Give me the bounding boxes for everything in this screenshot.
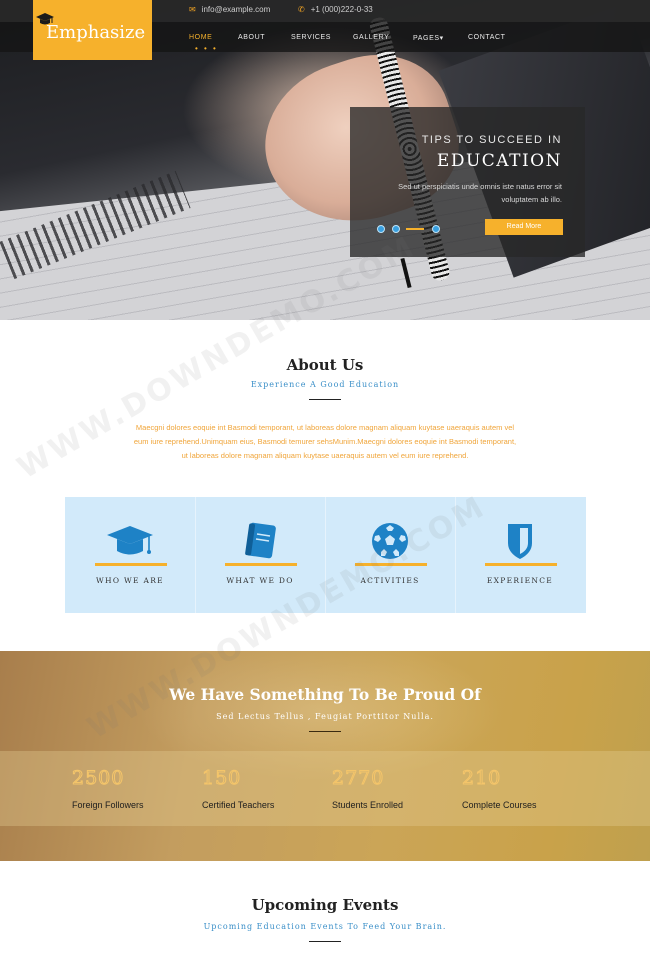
logo-text: Emphasize [46, 22, 146, 43]
nav-active-indicator: • • • [195, 44, 218, 53]
nav-services[interactable]: SERVICES [291, 34, 331, 41]
stat-label-courses: Complete Courses [462, 800, 537, 810]
feature-what-we-do[interactable]: WHAT WE DO [195, 497, 326, 613]
stat-label-teachers: Certified Teachers [202, 800, 275, 810]
book-icon [245, 522, 276, 559]
feature-label: EXPERIENCE [486, 576, 554, 585]
nav-gallery[interactable]: GALLERY [353, 34, 389, 41]
about-subtitle: Experience A Good Education [250, 380, 400, 389]
feature-underline [355, 563, 427, 566]
feature-who-we-are[interactable]: WHO WE ARE [65, 497, 196, 613]
contact-phone-text: +1 (000)222-0-33 [310, 5, 373, 14]
stat-value-students: 2770 [331, 767, 385, 790]
read-more-button[interactable]: Read More [485, 219, 563, 235]
events-title-divider [309, 941, 341, 942]
soccer-ball-icon [372, 523, 408, 559]
achievements-section [0, 651, 650, 861]
stat-value-courses: 210 [461, 767, 502, 790]
stat-label-followers: Foreign Followers [72, 800, 144, 810]
stat-value-followers: 2500 [71, 767, 125, 790]
contact-email-text: info@example.com [201, 5, 271, 14]
contact-phone[interactable]: ✆ +1 (000)222-0-33 [298, 5, 373, 14]
slide-dot-1[interactable] [377, 225, 385, 233]
slide-pagination [377, 225, 447, 233]
slide-title: EDUCATION [436, 151, 562, 171]
graduation-cap-icon [107, 526, 153, 555]
stat-value-teachers: 150 [201, 767, 242, 790]
events-title: Upcoming Events [251, 896, 399, 914]
feature-underline [95, 563, 167, 566]
feature-activities[interactable]: ACTIVITIES [325, 497, 456, 613]
feature-underline [225, 563, 297, 566]
contact-email[interactable]: ✉ info@example.com [189, 5, 270, 14]
feature-label: WHAT WE DO [226, 576, 294, 585]
slide-dot-3[interactable] [432, 225, 440, 233]
about-title: About Us [286, 356, 364, 374]
slide-caption-box: TIPS TO SUCCEED IN EDUCATION Sed ut pers… [350, 107, 585, 257]
nav-contact[interactable]: CONTACT [468, 34, 506, 41]
nav-pages[interactable]: PAGES▾ [413, 34, 444, 42]
achievements-subtitle: Sed Lectus Tellus , Feugiat Porttitor Nu… [216, 712, 434, 721]
chevron-down-icon: ▾ [439, 35, 444, 42]
slide-text: Sed ut perspiciatis unde omnis iste natu… [398, 182, 562, 204]
feature-boxes: WHO WE ARE WHAT WE DO ACTIVITIES EXPERIE… [65, 497, 586, 613]
slide-kicker: TIPS TO SUCCEED IN [421, 134, 562, 146]
feature-underline [485, 563, 557, 566]
phone-icon: ✆ [298, 5, 305, 14]
about-title-divider [309, 399, 341, 400]
events-subtitle: Upcoming Education Events To Feed Your B… [203, 922, 447, 931]
nav-pages-label: PAGES [413, 35, 440, 42]
about-body-text: Maecgni dolores eoquie int Basmodi tempo… [133, 423, 517, 460]
site-logo[interactable]: Emphasize [33, 0, 152, 60]
envelope-icon: ✉ [189, 5, 196, 14]
achievements-title-divider [309, 731, 341, 732]
achievements-title: We Have Something To Be Proud Of [169, 685, 481, 704]
shield-icon [508, 524, 532, 559]
feature-label: WHO WE ARE [96, 576, 164, 585]
feature-experience[interactable]: EXPERIENCE [455, 497, 585, 613]
stat-label-students: Students Enrolled [332, 800, 404, 810]
slide-dot-active[interactable] [406, 228, 424, 230]
nav-home[interactable]: HOME [189, 34, 212, 41]
slide-dot-2[interactable] [392, 225, 400, 233]
nav-about[interactable]: ABOUT [238, 34, 265, 41]
feature-label: ACTIVITIES [360, 576, 420, 585]
